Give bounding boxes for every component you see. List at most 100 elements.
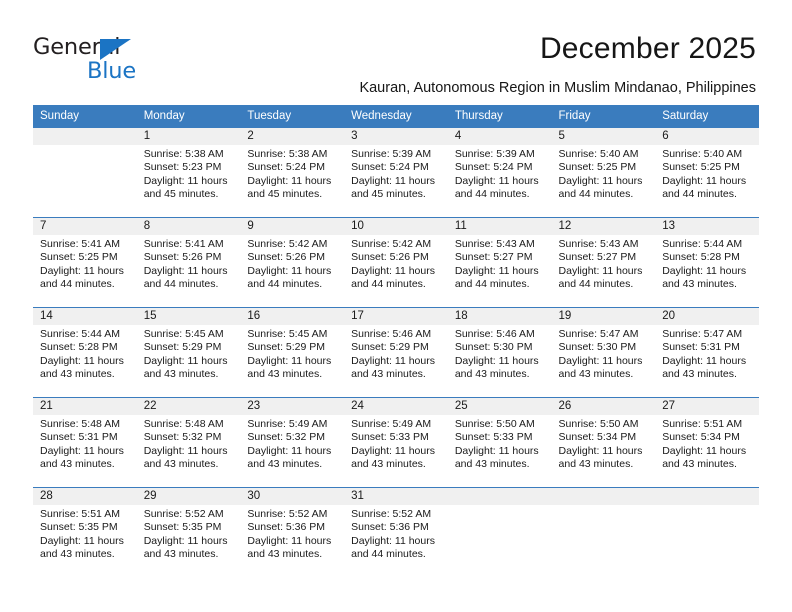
calendar-day-cell[interactable]: 2 Sunrise: 5:38 AM Sunset: 5:24 PM Daylight…: [240, 127, 345, 218]
day-cell-inner: 26 Sunrise: 5:50 AM Sunset: 5:34 PM Dayligh…: [551, 398, 656, 487]
day-cell-inner: 29 Sunrise: 5:52 AM Sunset: 5:35 PM Dayligh…: [136, 488, 241, 577]
calendar-day-cell[interactable]: 29 Sunrise: 5:52 AM Sunset: 5:35 PM Dayligh…: [136, 487, 241, 577]
day-cell-inner: [447, 488, 552, 577]
calendar-day-cell[interactable]: 30 Sunrise: 5:52 AM Sunset: 5:36 PM Dayligh…: [240, 487, 345, 577]
calendar-day-cell[interactable]: 24 Sunrise: 5:49 AM Sunset: 5:33 PM Dayligh…: [344, 397, 448, 488]
day-number: 1: [136, 128, 241, 145]
day-details: Sunrise: 5:42 AM Sunset: 5:26 PM Daylight:…: [344, 235, 448, 292]
calendar-day-cell[interactable]: 11 Sunrise: 5:43 AM Sunset: 5:27 PM Dayligh…: [447, 217, 552, 308]
calendar-day-cell[interactable]: 18 Sunrise: 5:46 AM Sunset: 5:30 PM Dayligh…: [447, 307, 552, 398]
calendar-body: 1 Sunrise: 5:38 AM Sunset: 5:23 PM Daylight…: [33, 127, 759, 577]
daylight-duration-line1: Daylight: 11 hours: [143, 354, 228, 367]
daylight-duration-line1: Daylight: 11 hours: [351, 354, 435, 367]
calendar-day-cell[interactable]: 27 Sunrise: 5:51 AM Sunset: 5:34 PM Dayligh…: [655, 397, 759, 488]
calendar-day-cell[interactable]: 4 Sunrise: 5:39 AM Sunset: 5:24 PM Daylight…: [447, 127, 552, 218]
general-blue-logo[interactable]: General Blue: [33, 36, 163, 82]
day-details: Sunrise: 5:51 AM Sunset: 5:34 PM Daylight:…: [655, 415, 759, 472]
calendar-page: General Blue December 2025 Kauran, Auton…: [0, 0, 792, 612]
calendar-day-cell[interactable]: 25 Sunrise: 5:50 AM Sunset: 5:33 PM Dayligh…: [447, 397, 552, 488]
daylight-duration-line2: and 43 minutes.: [40, 458, 115, 471]
calendar-day-cell[interactable]: 26 Sunrise: 5:50 AM Sunset: 5:34 PM Dayligh…: [551, 397, 656, 488]
daylight-duration-line2: and 43 minutes.: [143, 458, 219, 471]
calendar-day-cell[interactable]: 19 Sunrise: 5:47 AM Sunset: 5:30 PM Dayligh…: [551, 307, 656, 398]
sunrise-sunset-calendar: Sunday Monday Tuesday Wednesday Thursday…: [33, 105, 759, 577]
day-cell-inner: 3 Sunrise: 5:39 AM Sunset: 5:24 PM Daylight…: [344, 128, 448, 217]
daylight-duration-line1: Daylight: 11 hours: [143, 444, 228, 457]
calendar-day-cell[interactable]: 5 Sunrise: 5:40 AM Sunset: 5:25 PM Daylight…: [551, 127, 656, 218]
calendar-day-cell[interactable]: 31 Sunrise: 5:52 AM Sunset: 5:36 PM Dayligh…: [344, 487, 448, 577]
day-number: 6: [655, 128, 759, 145]
daylight-duration-line1: Daylight: 11 hours: [351, 534, 435, 547]
daylight-duration-line2: and 44 minutes.: [558, 278, 634, 291]
daylight-duration-line2: and 43 minutes.: [558, 368, 634, 381]
sunrise-time: Sunrise: 5:50 AM: [454, 418, 535, 430]
day-details: Sunrise: 5:40 AM Sunset: 5:25 PM Daylight:…: [552, 145, 656, 202]
day-details: Sunrise: 5:41 AM Sunset: 5:25 PM Daylight:…: [33, 235, 137, 292]
day-cell-inner: 9 Sunrise: 5:42 AM Sunset: 5:26 PM Daylight…: [240, 218, 345, 307]
sunset-time: Sunset: 5:29 PM: [143, 341, 222, 354]
sunrise-time: Sunrise: 5:51 AM: [662, 418, 743, 430]
daylight-duration-line1: Daylight: 11 hours: [247, 354, 332, 367]
day-cell-inner: 27 Sunrise: 5:51 AM Sunset: 5:34 PM Dayligh…: [655, 398, 759, 487]
day-number: [551, 488, 656, 505]
sunrise-time: Sunrise: 5:51 AM: [40, 508, 120, 520]
calendar-day-cell[interactable]: 17 Sunrise: 5:46 AM Sunset: 5:29 PM Dayligh…: [344, 307, 448, 398]
calendar-day-cell[interactable]: 8 Sunrise: 5:41 AM Sunset: 5:26 PM Daylight…: [136, 217, 241, 308]
day-number: 29: [136, 488, 241, 505]
calendar-day-cell: [655, 487, 759, 577]
daylight-duration-line1: Daylight: 11 hours: [454, 354, 539, 367]
daylight-duration-line1: Daylight: 11 hours: [558, 444, 643, 457]
calendar-day-cell: [33, 127, 137, 218]
calendar-day-cell[interactable]: 1 Sunrise: 5:38 AM Sunset: 5:23 PM Daylight…: [136, 127, 241, 218]
calendar-day-cell[interactable]: 22 Sunrise: 5:48 AM Sunset: 5:32 PM Dayligh…: [136, 397, 241, 488]
day-cell-inner: 20 Sunrise: 5:47 AM Sunset: 5:31 PM Dayligh…: [655, 308, 759, 397]
sunset-time: Sunset: 5:23 PM: [143, 161, 222, 174]
calendar-day-cell[interactable]: 10 Sunrise: 5:42 AM Sunset: 5:26 PM Dayligh…: [344, 217, 448, 308]
daylight-duration-line2: and 43 minutes.: [143, 548, 219, 561]
day-cell-inner: 7 Sunrise: 5:41 AM Sunset: 5:25 PM Daylight…: [33, 218, 137, 307]
calendar-day-cell[interactable]: 3 Sunrise: 5:39 AM Sunset: 5:24 PM Daylight…: [344, 127, 448, 218]
calendar-day-cell[interactable]: 12 Sunrise: 5:43 AM Sunset: 5:27 PM Dayligh…: [551, 217, 656, 308]
daylight-duration-line2: and 43 minutes.: [454, 458, 530, 471]
calendar-week-row: 28 Sunrise: 5:51 AM Sunset: 5:35 PM Dayligh…: [33, 487, 759, 577]
daylight-duration-line1: Daylight: 11 hours: [143, 534, 228, 547]
calendar-day-cell[interactable]: 14 Sunrise: 5:44 AM Sunset: 5:28 PM Dayligh…: [33, 307, 137, 398]
day-number: 3: [344, 128, 448, 145]
sunset-time: Sunset: 5:30 PM: [558, 341, 637, 354]
location-subtitle: Kauran, Autonomous Region in Muslim Mind…: [359, 80, 756, 96]
daylight-duration-line1: Daylight: 11 hours: [40, 534, 124, 547]
calendar-day-cell[interactable]: 23 Sunrise: 5:49 AM Sunset: 5:32 PM Dayligh…: [240, 397, 345, 488]
sunrise-time: Sunrise: 5:44 AM: [40, 328, 120, 340]
calendar-day-cell[interactable]: 15 Sunrise: 5:45 AM Sunset: 5:29 PM Dayligh…: [136, 307, 241, 398]
weekday-header-monday: Monday: [136, 105, 241, 128]
sunrise-time: Sunrise: 5:48 AM: [40, 418, 120, 430]
calendar-day-cell[interactable]: 21 Sunrise: 5:48 AM Sunset: 5:31 PM Dayligh…: [33, 397, 137, 488]
sunset-time: Sunset: 5:28 PM: [662, 251, 740, 264]
calendar-day-cell[interactable]: 16 Sunrise: 5:45 AM Sunset: 5:29 PM Dayligh…: [240, 307, 345, 398]
day-number: 25: [447, 398, 552, 415]
daylight-duration-line1: Daylight: 11 hours: [40, 444, 124, 457]
sunrise-time: Sunrise: 5:43 AM: [558, 238, 639, 250]
daylight-duration-line2: and 43 minutes.: [662, 458, 737, 471]
calendar-day-cell[interactable]: 13 Sunrise: 5:44 AM Sunset: 5:28 PM Dayligh…: [655, 217, 759, 308]
calendar-day-cell[interactable]: 7 Sunrise: 5:41 AM Sunset: 5:25 PM Daylight…: [33, 217, 137, 308]
sunset-time: Sunset: 5:24 PM: [351, 161, 429, 174]
calendar-day-cell[interactable]: 9 Sunrise: 5:42 AM Sunset: 5:26 PM Daylight…: [240, 217, 345, 308]
day-details: [448, 505, 552, 508]
calendar-day-cell[interactable]: 28 Sunrise: 5:51 AM Sunset: 5:35 PM Dayligh…: [33, 487, 137, 577]
day-number: 16: [240, 308, 345, 325]
calendar-day-cell[interactable]: 6 Sunrise: 5:40 AM Sunset: 5:25 PM Daylight…: [655, 127, 759, 218]
daylight-duration-line2: and 43 minutes.: [662, 368, 737, 381]
day-details: Sunrise: 5:45 AM Sunset: 5:29 PM Daylight:…: [240, 325, 344, 382]
day-details: Sunrise: 5:50 AM Sunset: 5:33 PM Daylight:…: [448, 415, 552, 472]
day-cell-inner: [33, 128, 137, 217]
day-number: 21: [33, 398, 137, 415]
calendar-day-cell[interactable]: 20 Sunrise: 5:47 AM Sunset: 5:31 PM Dayligh…: [655, 307, 759, 398]
sunset-time: Sunset: 5:33 PM: [351, 431, 429, 444]
day-details: Sunrise: 5:38 AM Sunset: 5:23 PM Daylight:…: [137, 145, 241, 202]
daylight-duration-line2: and 43 minutes.: [143, 368, 219, 381]
sunset-time: Sunset: 5:25 PM: [40, 251, 118, 264]
day-cell-inner: 18 Sunrise: 5:46 AM Sunset: 5:30 PM Dayligh…: [447, 308, 552, 397]
day-number: 11: [447, 218, 552, 235]
daylight-duration-line2: and 45 minutes.: [351, 188, 426, 201]
